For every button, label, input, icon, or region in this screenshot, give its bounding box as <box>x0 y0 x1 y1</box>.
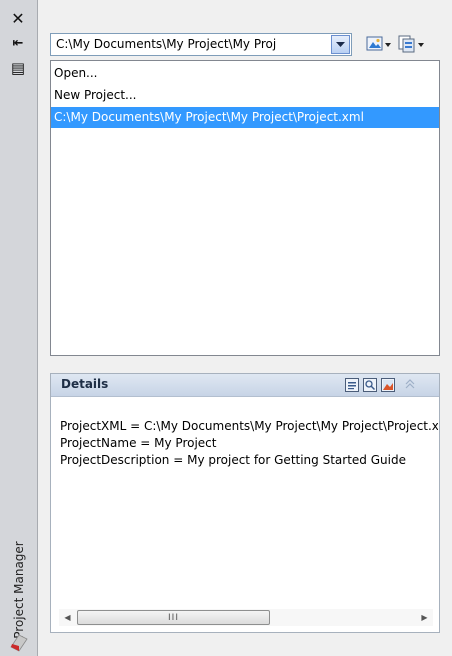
project-pages-icon <box>398 35 424 53</box>
dropdown-item-new-project[interactable]: New Project... <box>51 85 439 106</box>
details-panel: Details ProjectXML = C:\My Documents\My … <box>50 373 440 633</box>
chevron-down-icon[interactable] <box>331 35 350 54</box>
preview-icon[interactable] <box>363 378 377 392</box>
close-icon[interactable]: ✕ <box>8 9 28 28</box>
details-line-xml: ProjectXML = C:\My Documents\My Project\… <box>60 419 438 433</box>
details-line-description: ProjectDescription = My project for Gett… <box>60 453 406 467</box>
details-title: Details <box>61 377 109 391</box>
dropdown-item-recent-project[interactable]: C:\My Documents\My Project\My Project\Pr… <box>51 107 439 128</box>
project-selector-combo[interactable]: C:\My Documents\My Project\My Proj <box>50 33 352 56</box>
scroll-thumb[interactable]: III <box>77 610 270 625</box>
scroll-left-icon[interactable]: ◀ <box>59 609 76 626</box>
dropdown-item-open[interactable]: Open... <box>51 63 439 84</box>
collapse-icon[interactable] <box>403 377 417 391</box>
project-manager-palette: ✕ ⇤ ▤ Project Manager C:\My Documents\My… <box>0 0 452 656</box>
image-view-button[interactable] <box>366 33 392 55</box>
palette-title: Project Manager <box>4 540 34 640</box>
details-line-name: ProjectName = My Project <box>60 436 217 450</box>
app-logo-icon <box>10 632 28 652</box>
details-header: Details <box>51 374 439 397</box>
project-list-box[interactable]: Open... New Project... C:\My Documents\M… <box>50 60 440 356</box>
image-view-icon <box>366 36 391 51</box>
autohide-icon[interactable]: ⇤ <box>8 34 28 52</box>
thumbnail-icon[interactable] <box>381 378 395 392</box>
palette-title-label: Project Manager <box>12 541 26 639</box>
palette-content: C:\My Documents\My Project\My Proj Open.… <box>38 0 452 656</box>
scroll-right-icon[interactable]: ▶ <box>416 609 433 626</box>
horizontal-scrollbar[interactable]: ◀ III ▶ <box>59 609 433 626</box>
details-text: ProjectXML = C:\My Documents\My Project\… <box>60 418 438 469</box>
palette-title-strip: ✕ ⇤ ▤ Project Manager <box>0 0 38 656</box>
project-selector-value: C:\My Documents\My Project\My Proj <box>56 37 277 51</box>
properties-icon[interactable]: ▤ <box>8 59 28 77</box>
details-view-icon[interactable] <box>345 378 359 392</box>
project-pages-button[interactable] <box>398 33 426 55</box>
